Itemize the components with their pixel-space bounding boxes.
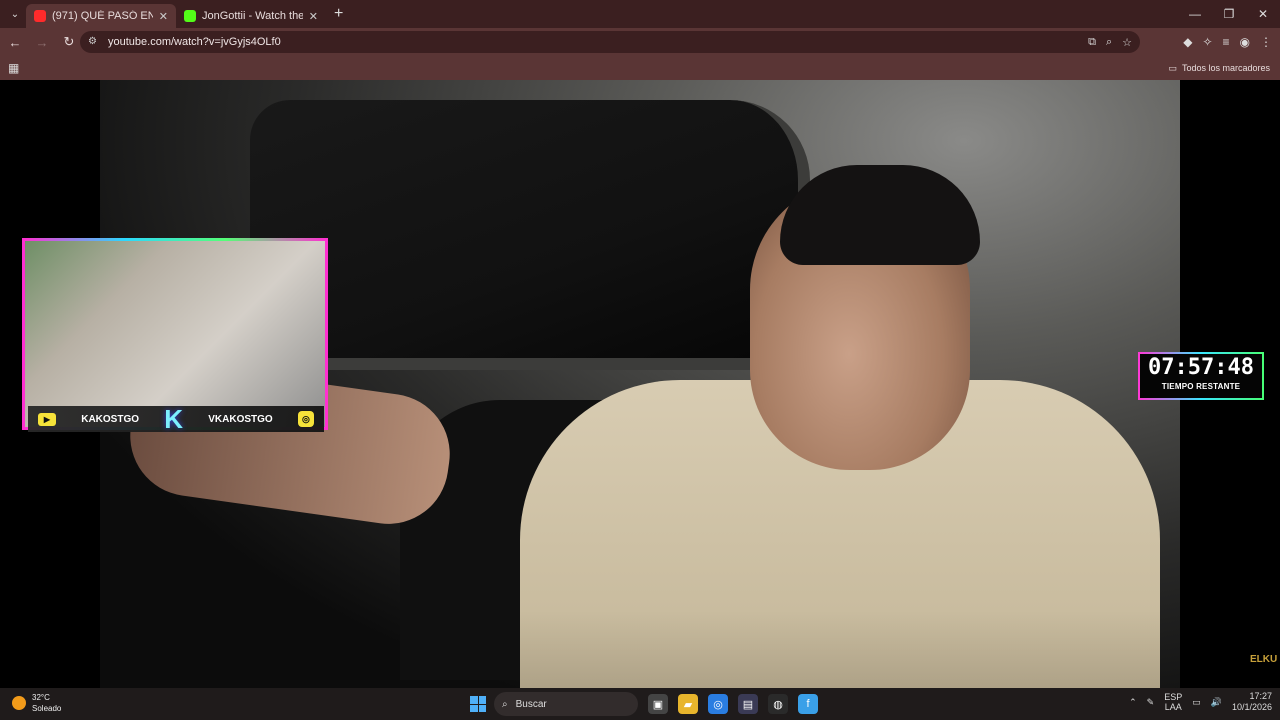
menu-kebab-icon[interactable]: ⋮ xyxy=(1260,35,1272,49)
kick-favicon-icon xyxy=(184,10,196,22)
weather-condition: Soleado xyxy=(32,704,62,713)
task-view-icon[interactable]: ▣ xyxy=(648,694,668,714)
close-window-icon[interactable]: ✕ xyxy=(1246,0,1280,28)
temperature: 32°C xyxy=(32,693,50,702)
windows-start-icon[interactable] xyxy=(470,696,486,712)
car-window xyxy=(250,100,810,370)
profile-icon[interactable]: ◉ xyxy=(1240,35,1250,49)
youtube-favicon-icon xyxy=(34,10,46,22)
timer-label: TIEMPO RESTANTE xyxy=(1161,382,1241,391)
tab-title: (971) QUÉ PASÓ EN KICK CON xyxy=(52,10,153,22)
streamer-logo: K xyxy=(164,403,184,434)
tab-title: JonGottii - Watch the VOD on Kick xyxy=(202,10,303,22)
browser-toolbar: ← → ↻ ⚙ youtube.com/watch?v=jvGyjs4OLf0 … xyxy=(0,28,1280,56)
network-icon[interactable]: ▭ xyxy=(1192,697,1201,708)
language-indicator[interactable]: ESP LAA xyxy=(1164,692,1182,712)
windows-taskbar: 32°C Soleado ⌕ Buscar ▣ ▰ ◎ ▤ ◍ f ⌃ ✎ ES… xyxy=(0,688,1280,720)
zoom-icon[interactable]: ⌕ xyxy=(1106,36,1112,49)
new-tab-button[interactable]: + xyxy=(334,5,343,23)
extension-icon[interactable]: ◆ xyxy=(1183,35,1192,49)
webcam-overlay xyxy=(22,238,328,430)
countdown-timer: 07:57:48 TIEMPO RESTANTE xyxy=(1138,352,1264,400)
steam-icon[interactable]: ◍ xyxy=(768,694,788,714)
instagram-icon: ◎ xyxy=(297,411,314,427)
chrome-icon[interactable]: ◎ xyxy=(708,694,728,714)
close-tab-icon[interactable]: ✕ xyxy=(159,10,168,23)
extensions-puzzle-icon[interactable]: ✧ xyxy=(1202,35,1212,49)
tab-strip: ⌄ (971) QUÉ PASÓ EN KICK CON ✕ JonGottii… xyxy=(0,0,1280,28)
weather-widget[interactable]: 32°C Soleado xyxy=(12,692,61,714)
search-icon: ⌕ xyxy=(502,698,508,710)
pen-icon[interactable]: ✎ xyxy=(1147,697,1155,708)
sun-icon xyxy=(12,696,26,710)
site-info-icon[interactable]: ⚙ xyxy=(88,36,100,48)
taskbar-search[interactable]: ⌕ Buscar xyxy=(494,692,638,716)
time: 17:27 xyxy=(1249,691,1272,701)
youtube-icon: ▶ xyxy=(38,412,56,426)
webcam-handle-bar: ▶ KAKOSTGO K VKAKOSTGO ◎ xyxy=(28,403,324,434)
media-controls-icon[interactable]: ≡ xyxy=(1223,35,1230,49)
bookmarks-bar: ▦ ▭ Todos los marcadores xyxy=(0,56,1280,80)
apps-grid-icon[interactable]: ▦ xyxy=(8,61,19,75)
all-bookmarks-button[interactable]: ▭ Todos los marcadores xyxy=(1168,56,1270,80)
back-icon[interactable]: ← xyxy=(3,30,27,54)
timer-value: 07:57:48 xyxy=(1148,355,1254,380)
search-label: Buscar xyxy=(515,698,547,710)
tab-search-button[interactable]: ⌄ xyxy=(4,3,26,25)
url-text: youtube.com/watch?v=jvGyjs4OLf0 xyxy=(108,36,281,48)
tab-kick[interactable]: JonGottii - Watch the VOD on Kick ✕ xyxy=(176,4,326,28)
person-hair xyxy=(780,165,980,265)
forward-icon[interactable]: → xyxy=(30,30,54,54)
all-bookmarks-label: Todos los marcadores xyxy=(1181,63,1270,73)
date: 10/1/2026 xyxy=(1231,702,1272,712)
close-tab-icon[interactable]: ✕ xyxy=(309,10,318,23)
restore-icon[interactable]: ❐ xyxy=(1212,0,1246,28)
show-hidden-icon[interactable]: ⌃ xyxy=(1129,697,1137,708)
file-explorer-icon[interactable]: ▰ xyxy=(678,694,698,714)
system-tray: ⌃ ✎ ESP LAA ▭ 🔊 17:27 10/1/2026 xyxy=(1129,691,1272,713)
window-controls: — ❐ ✕ xyxy=(1178,0,1280,28)
facebook-icon[interactable]: f xyxy=(798,694,818,714)
bookmark-star-icon[interactable]: ☆ xyxy=(1122,36,1132,49)
reload-icon[interactable]: ↻ xyxy=(57,30,81,54)
channel-watermark: ELKU xyxy=(1250,654,1278,665)
left-handle: KAKOSTGO xyxy=(81,413,140,425)
address-bar[interactable]: ⚙ youtube.com/watch?v=jvGyjs4OLf0 ⧉ ⌕ ☆ xyxy=(80,31,1140,53)
clock[interactable]: 17:27 10/1/2026 xyxy=(1232,691,1272,713)
right-handle: VKAKOSTGO xyxy=(208,413,273,425)
minimize-icon[interactable]: — xyxy=(1178,0,1212,28)
folder-icon: ▭ xyxy=(1168,62,1177,73)
volume-icon[interactable]: 🔊 xyxy=(1211,697,1222,708)
video-player[interactable]: ▶ KAKOSTGO K VKAKOSTGO ◎ 07:57:48 TIEMPO… xyxy=(0,80,1280,688)
tab-youtube[interactable]: (971) QUÉ PASÓ EN KICK CON ✕ xyxy=(26,4,176,28)
app-icon[interactable]: ▤ xyxy=(738,694,758,714)
install-app-icon[interactable]: ⧉ xyxy=(1088,36,1096,49)
